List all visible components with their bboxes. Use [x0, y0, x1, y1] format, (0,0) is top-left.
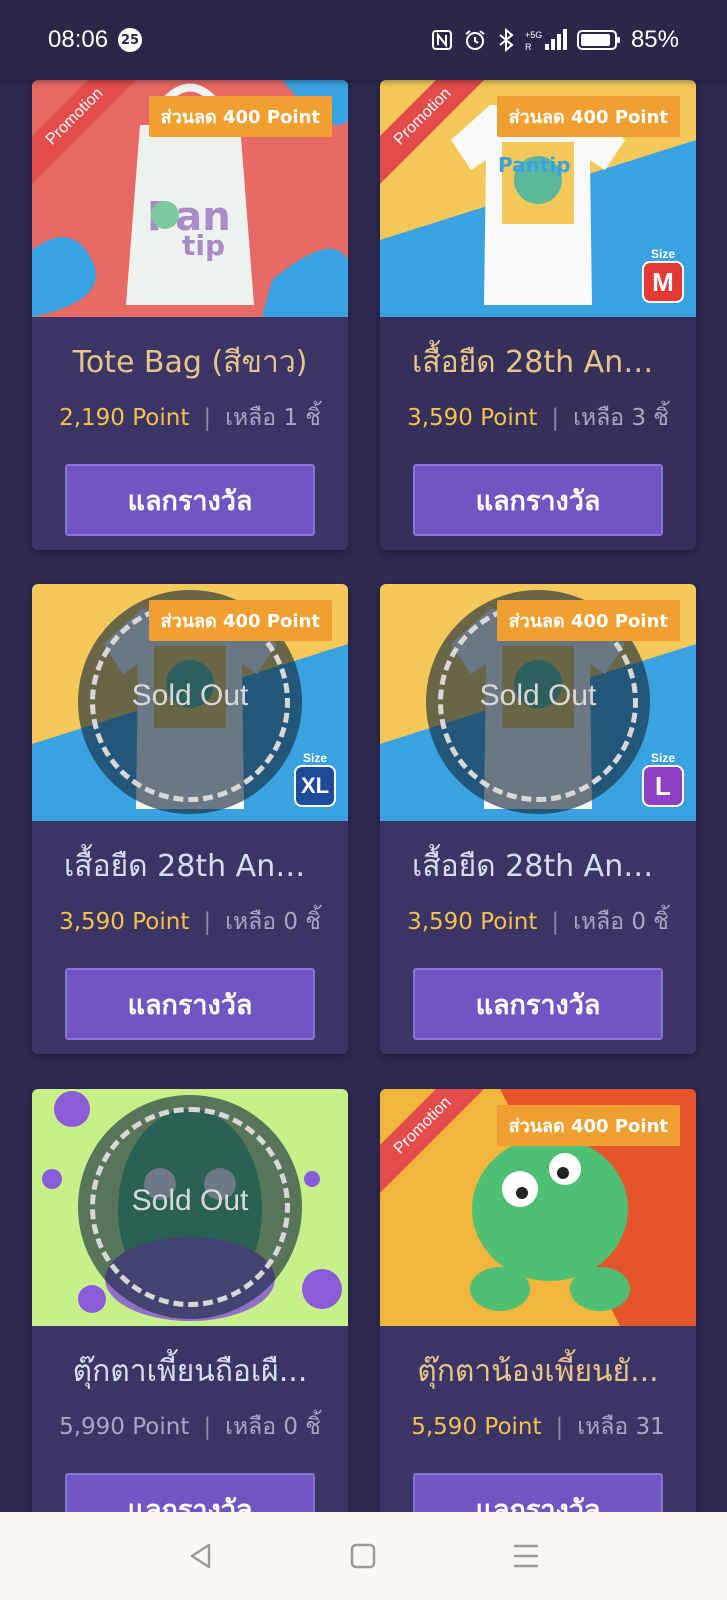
- product-stock: เหลือ 3 ชิ้: [573, 405, 669, 431]
- bluetooth-icon: [499, 28, 514, 52]
- product-image: Pantip Promotion ส่วนลด 400 Point Size M: [380, 80, 696, 317]
- size-caption: Size: [650, 247, 675, 261]
- home-button[interactable]: [333, 1526, 393, 1586]
- redeem-button[interactable]: แลกรางวัล: [65, 464, 315, 536]
- product-points: 3,590 Point: [59, 909, 190, 935]
- status-time: 08:06: [48, 26, 109, 53]
- battery-percent: 85%: [630, 26, 679, 53]
- product-title: เสื้อยืด 28th Ann...: [412, 345, 664, 380]
- back-button[interactable]: [171, 1526, 231, 1586]
- product-title: เสื้อยืด 28th Ann...: [64, 849, 316, 884]
- product-title: เสื้อยืด 28th Ann...: [412, 849, 664, 884]
- product-image: Pan tip Promotion ส่วนลด 400 Point: [32, 80, 348, 317]
- redeem-button[interactable]: แลกรางวัล: [413, 464, 663, 536]
- status-bar: 08:06 25 +5G R 85%: [0, 0, 727, 80]
- battery-icon: [576, 30, 620, 50]
- product-stock: เหลือ 0 ชิ้: [573, 909, 669, 935]
- svg-text:+5G: +5G: [525, 30, 542, 40]
- size-indicator: Size M: [642, 247, 684, 303]
- signal-5g-icon: +5G R: [525, 29, 567, 52]
- back-icon: [190, 1543, 211, 1569]
- meta-separator: |: [203, 405, 212, 431]
- notification-badge: 25: [118, 28, 143, 52]
- redeem-button[interactable]: แลกรางวัล: [413, 968, 663, 1040]
- meta-separator: |: [551, 909, 560, 935]
- discount-tag: ส่วนลด 400 Point: [148, 600, 332, 641]
- product-image: Sold Out: [32, 1089, 348, 1326]
- svg-text:R: R: [525, 42, 532, 52]
- svg-text:tip: tip: [182, 229, 225, 262]
- svg-text:Pantip: Pantip: [498, 153, 571, 177]
- product-points: 5,590 Point: [411, 1414, 542, 1440]
- product-image: Sold Out ส่วนลด 400 Point Size L: [380, 584, 696, 821]
- product-meta: 3,590 Point | เหลือ 0 ชิ้: [59, 904, 321, 940]
- meta-separator: |: [203, 909, 212, 935]
- product-meta: 5,990 Point | เหลือ 0 ชิ้: [59, 1409, 321, 1445]
- reward-card[interactable]: Sold Out ส่วนลด 400 Point Size XL เสื้อย…: [32, 584, 348, 1054]
- product-points: 5,990 Point: [59, 1414, 190, 1440]
- product-points: 3,590 Point: [407, 909, 538, 935]
- recents-button[interactable]: [496, 1526, 556, 1586]
- product-image: Sold Out ส่วนลด 400 Point Size XL: [32, 584, 348, 821]
- product-stock: เหลือ 0 ชิ้: [225, 909, 321, 935]
- discount-tag: ส่วนลด 400 Point: [496, 96, 680, 137]
- discount-tag: ส่วนลด 400 Point: [496, 600, 680, 641]
- reward-card[interactable]: Promotion ส่วนลด 400 Point ตุ๊กตาน้องเพี…: [380, 1089, 696, 1559]
- meta-separator: |: [555, 1414, 564, 1440]
- reward-card[interactable]: Pan tip Promotion ส่วนลด 400 Point Tote …: [32, 80, 348, 550]
- redeem-button[interactable]: แลกรางวัล: [65, 968, 315, 1040]
- discount-tag: ส่วนลด 400 Point: [496, 1105, 680, 1146]
- product-title: Tote Bag (สีขาว): [72, 345, 308, 380]
- alarm-icon: [465, 30, 485, 50]
- product-points: 2,190 Point: [59, 405, 190, 431]
- system-nav-bar: [0, 1512, 727, 1600]
- meta-separator: |: [551, 405, 560, 431]
- home-icon: [351, 1543, 376, 1569]
- reward-card[interactable]: Pantip Promotion ส่วนลด 400 Point Size M…: [380, 80, 696, 550]
- product-meta: 3,590 Point | เหลือ 0 ชิ้: [407, 904, 669, 940]
- product-stock: เหลือ 1 ชิ้: [225, 405, 321, 431]
- sold-out-label: Sold Out: [479, 679, 597, 712]
- sold-out-label: Sold Out: [131, 679, 249, 712]
- size-badge: L: [642, 765, 684, 807]
- product-title: ตุ๊กตาน้องเพี้ยนยั...: [417, 1354, 659, 1389]
- reward-card[interactable]: Sold Out ตุ๊กตาเพี้ยนถือเผื... 5,990 Poi…: [32, 1089, 348, 1559]
- product-title: ตุ๊กตาเพี้ยนถือเผื...: [72, 1354, 308, 1389]
- product-meta: 3,590 Point | เหลือ 3 ชิ้: [407, 400, 669, 436]
- product-meta: 2,190 Point | เหลือ 1 ชิ้: [59, 400, 321, 436]
- sold-out-label: Sold Out: [131, 1184, 249, 1217]
- size-caption: Size: [650, 751, 675, 765]
- size-caption: Size: [302, 751, 327, 765]
- size-indicator: Size L: [642, 751, 684, 807]
- nfc-icon: [431, 30, 452, 50]
- meta-separator: |: [203, 1414, 212, 1440]
- reward-card[interactable]: Sold Out ส่วนลด 400 Point Size L เสื้อยื…: [380, 584, 696, 1054]
- discount-tag: ส่วนลด 400 Point: [148, 96, 332, 137]
- size-badge: M: [642, 261, 684, 303]
- size-indicator: Size XL: [294, 751, 336, 807]
- product-stock: เหลือ 31: [577, 1414, 665, 1440]
- product-meta: 5,590 Point | เหลือ 31: [411, 1409, 665, 1445]
- menu-icon: [513, 1544, 538, 1568]
- product-stock: เหลือ 0 ชิ้: [225, 1414, 321, 1440]
- product-image: Promotion ส่วนลด 400 Point: [380, 1089, 696, 1326]
- status-icons: +5G R 85%: [431, 26, 679, 54]
- size-badge: XL: [294, 765, 336, 807]
- product-points: 3,590 Point: [407, 405, 538, 431]
